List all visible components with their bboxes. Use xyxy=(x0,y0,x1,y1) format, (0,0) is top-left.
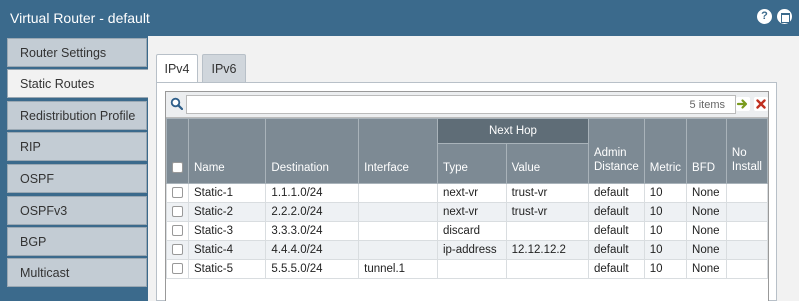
routes-table-container: 5 items Name Destination Interface Next … xyxy=(165,91,769,301)
cell-admin-distance: default xyxy=(587,221,645,241)
sidebar-item-static-routes[interactable]: Static Routes xyxy=(7,69,149,98)
cell-admin-distance: default xyxy=(587,202,645,222)
cell-admin-distance: default xyxy=(587,259,645,279)
cell-name[interactable]: Static-4 xyxy=(187,240,267,260)
cell-value: trust-vr xyxy=(505,183,589,203)
cell-admin-distance: default xyxy=(587,240,645,260)
sidebar-item-bgp[interactable]: BGP xyxy=(7,227,147,256)
sidebar-item-redistribution-profile[interactable]: Redistribution Profile xyxy=(7,101,147,130)
filter-input[interactable] xyxy=(186,95,736,114)
cell-destination: 2.2.2.0/24 xyxy=(265,202,360,222)
table-row[interactable]: Static-5 5.5.5.0/24 tunnel.1 default 10 … xyxy=(166,259,769,279)
item-count: 5 items xyxy=(689,99,725,111)
cell-metric: 10 xyxy=(643,202,688,222)
table-row[interactable]: Static-4 4.4.4.0/24 ip-address 12.12.12.… xyxy=(166,240,769,260)
cell-value xyxy=(505,221,589,241)
header-no-install[interactable]: No Install xyxy=(725,118,769,184)
header-metric[interactable]: Metric xyxy=(643,118,688,184)
cell-type xyxy=(436,259,507,279)
cell-interface xyxy=(358,202,438,222)
cell-metric: 10 xyxy=(643,183,688,203)
header-destination[interactable]: Destination xyxy=(265,118,360,184)
cell-bfd: None xyxy=(686,240,727,260)
cell-admin-distance: default xyxy=(587,183,645,203)
header-interface[interactable]: Interface xyxy=(358,118,438,184)
row-checkbox[interactable] xyxy=(172,187,183,199)
content-area: IPv4 IPv6 5 items Name Destination Inter… xyxy=(148,36,799,301)
cell-destination: 5.5.5.0/24 xyxy=(265,259,360,279)
tab-panel: 5 items Name Destination Interface Next … xyxy=(156,82,777,301)
cell-value xyxy=(505,259,589,279)
sidebar-item-ospfv3[interactable]: OSPFv3 xyxy=(7,196,147,225)
cell-bfd: None xyxy=(686,183,727,203)
filter-bar: 5 items xyxy=(166,92,768,118)
cell-metric: 10 xyxy=(643,221,688,241)
cell-value: 12.12.12.2 xyxy=(505,240,589,260)
tab-ipv4[interactable]: IPv4 xyxy=(156,54,198,83)
header-admin-distance[interactable]: Admin Distance xyxy=(587,118,645,184)
cell-metric: 10 xyxy=(643,240,688,260)
cell-destination: 4.4.4.0/24 xyxy=(265,240,360,260)
maximize-icon[interactable] xyxy=(777,9,792,24)
table-row[interactable]: Static-1 1.1.1.0/24 next-vr trust-vr def… xyxy=(166,183,769,203)
arrow-right-icon[interactable] xyxy=(736,97,750,111)
static-routes-table: Name Destination Interface Next Hop Admi… xyxy=(166,118,769,279)
help-icon[interactable]: ? xyxy=(757,9,772,24)
header-type[interactable]: Type xyxy=(436,143,507,184)
window-title: Virtual Router - default xyxy=(10,10,150,26)
cell-interface: tunnel.1 xyxy=(358,259,438,279)
cell-value: trust-vr xyxy=(505,202,589,222)
cell-no-install xyxy=(725,221,769,241)
cell-interface xyxy=(358,240,438,260)
cell-name[interactable]: Static-1 xyxy=(187,183,267,203)
header-name[interactable]: Name xyxy=(187,118,267,184)
header-value[interactable]: Value xyxy=(505,143,589,184)
cell-destination: 3.3.3.0/24 xyxy=(265,221,360,241)
cell-name[interactable]: Static-2 xyxy=(187,202,267,222)
select-all-header xyxy=(166,118,189,184)
row-checkbox[interactable] xyxy=(172,244,183,256)
close-icon[interactable] xyxy=(754,97,768,111)
cell-no-install xyxy=(725,183,769,203)
cell-bfd: None xyxy=(686,202,727,222)
cell-name[interactable]: Static-3 xyxy=(187,221,267,241)
cell-type: next-vr xyxy=(436,202,507,222)
sidebar: Router Settings Static Routes Redistribu… xyxy=(0,36,149,301)
header-next-hop: Next Hop xyxy=(436,118,589,144)
tab-ipv6[interactable]: IPv6 xyxy=(202,54,246,83)
cell-interface xyxy=(358,183,438,203)
cell-metric: 10 xyxy=(643,259,688,279)
sidebar-item-rip[interactable]: RIP xyxy=(7,132,147,161)
cell-no-install xyxy=(725,202,769,222)
window-titlebar: Virtual Router - default ? xyxy=(0,0,799,36)
cell-type: discard xyxy=(436,221,507,241)
cell-interface xyxy=(358,221,438,241)
cell-bfd: None xyxy=(686,221,727,241)
search-icon xyxy=(170,97,183,110)
sidebar-item-ospf[interactable]: OSPF xyxy=(7,164,147,193)
table-row[interactable]: Static-3 3.3.3.0/24 discard default 10 N… xyxy=(166,221,769,241)
cell-bfd: None xyxy=(686,259,727,279)
sidebar-item-router-settings[interactable]: Router Settings xyxy=(7,38,147,67)
header-bfd[interactable]: BFD xyxy=(686,118,727,184)
sidebar-item-multicast[interactable]: Multicast xyxy=(7,258,147,287)
row-checkbox[interactable] xyxy=(172,225,183,237)
cell-no-install xyxy=(725,259,769,279)
select-all-checkbox[interactable] xyxy=(172,162,183,174)
row-checkbox[interactable] xyxy=(172,263,183,275)
cell-type: next-vr xyxy=(436,183,507,203)
cell-name[interactable]: Static-5 xyxy=(187,259,267,279)
cell-destination: 1.1.1.0/24 xyxy=(265,183,360,203)
cell-type: ip-address xyxy=(436,240,507,260)
row-checkbox[interactable] xyxy=(172,206,183,218)
table-row[interactable]: Static-2 2.2.2.0/24 next-vr trust-vr def… xyxy=(166,202,769,222)
cell-no-install xyxy=(725,240,769,260)
